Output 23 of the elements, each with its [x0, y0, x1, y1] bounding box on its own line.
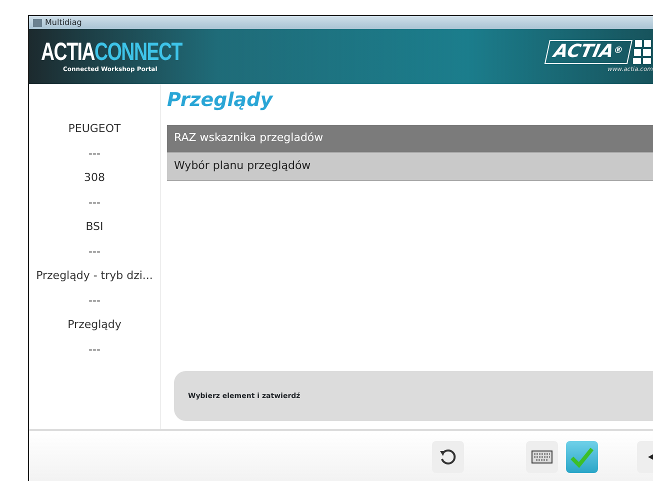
breadcrumb-item: --- — [88, 194, 100, 210]
logo-text: ACTIACONNECT — [41, 40, 182, 64]
breadcrumb-item: BSI — [86, 219, 104, 235]
breadcrumb-item: Przeglądy - tryb dzi... — [36, 268, 153, 284]
page-title: Przeglądy — [167, 88, 274, 113]
breadcrumb-item: 308 — [84, 170, 105, 186]
refresh-button[interactable] — [432, 441, 464, 473]
breadcrumb-item: PEUGEOT — [68, 121, 121, 137]
keyboard-button[interactable] — [526, 441, 558, 473]
breadcrumb-item: --- — [88, 292, 100, 308]
breadcrumb-item: --- — [88, 146, 100, 162]
breadcrumb-item: --- — [88, 244, 100, 260]
checkmark-icon — [570, 446, 594, 468]
grid-logo-icon — [633, 39, 653, 65]
keyboard-icon — [531, 450, 553, 464]
breadcrumb-item: Przeglądy — [68, 317, 122, 333]
window-title: Multidiag — [45, 16, 82, 28]
brand-logo: ACTIA$^{®}$ — [544, 40, 632, 64]
app-icon — [33, 18, 42, 26]
breadcrumb-item: --- — [88, 342, 100, 358]
menu-item[interactable]: Wybór planu przeglądów — [167, 152, 653, 180]
refresh-icon — [439, 448, 457, 466]
menu-item[interactable]: RAZ wskaznika przegladów — [167, 124, 653, 152]
